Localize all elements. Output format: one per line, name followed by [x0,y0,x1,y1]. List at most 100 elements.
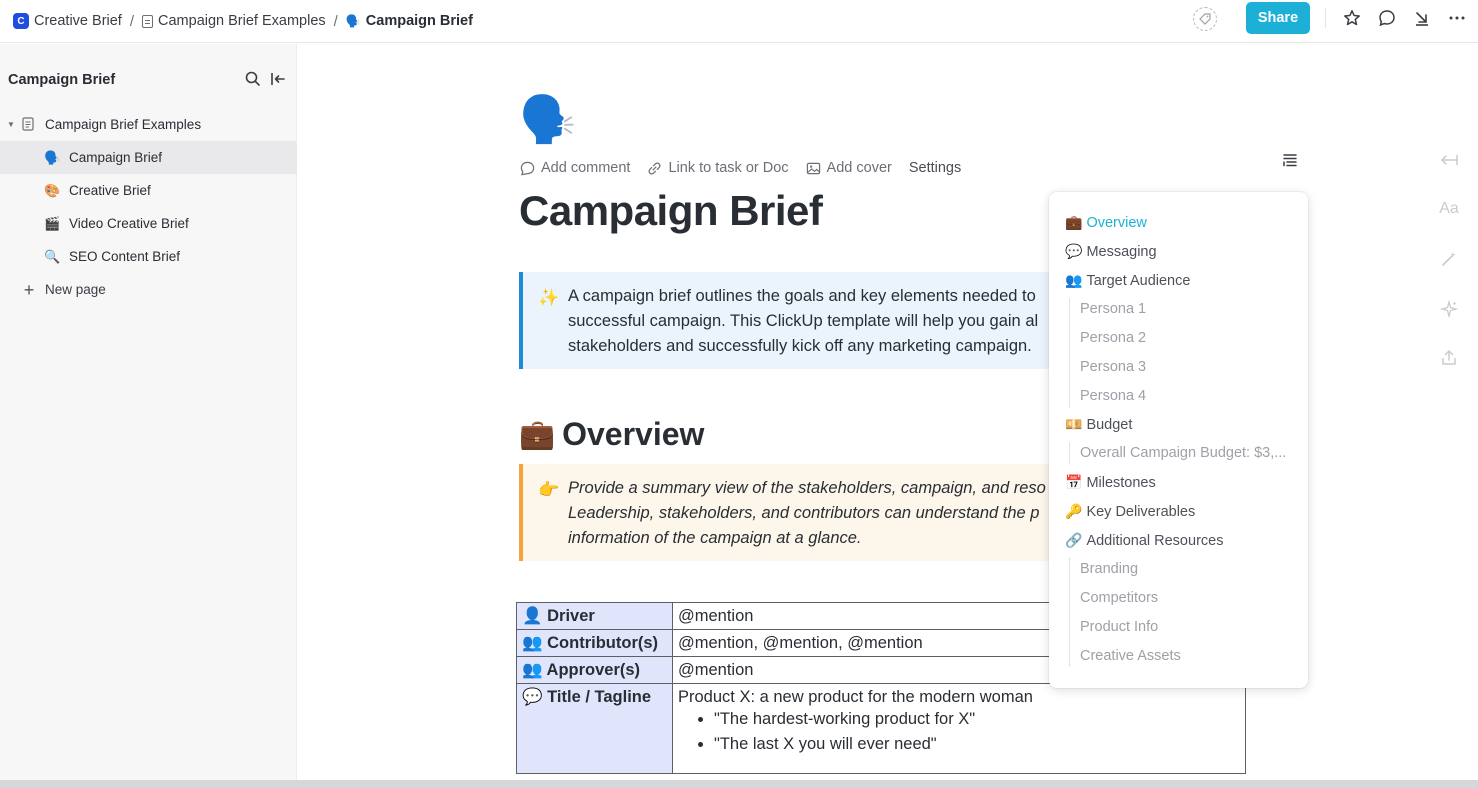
toc-indent-rule [1069,442,1070,464]
settings-button[interactable]: Settings [909,160,961,176]
ai-sparkle-icon[interactable] [1439,299,1459,319]
toc-item-label: Target Audience [1086,272,1191,289]
collapse-sidebar-icon[interactable] [269,70,287,88]
breadcrumb-separator: / [333,12,338,30]
speaking-head-icon: 🗣️ [345,14,361,28]
breadcrumb-folder[interactable]: Campaign Brief Examples [142,13,326,29]
toc-item-persona-2[interactable]: Persona 2 [1080,330,1146,346]
people-icon: 👥 [522,634,543,652]
toc-item-overview[interactable]: 💼 Overview [1065,214,1147,231]
toc-item-persona-1[interactable]: Persona 1 [1080,301,1146,317]
toc-indent-rule [1069,298,1070,408]
doc-icon [142,14,154,28]
breadcrumb-space-label: Creative Brief [34,13,122,29]
doc-actions-bar: Add comment Link to task or Doc Add cove… [520,160,978,176]
toc-item-label: Messaging [1086,243,1157,260]
toc-item-overall-budget[interactable]: Overall Campaign Budget: $3,... [1080,445,1286,461]
top-bar: C Creative Brief / Campaign Brief Exampl… [0,0,1478,43]
table-key-cell[interactable]: 👥 Approver(s) [516,656,673,684]
person-icon: 👤 [522,607,543,625]
add-comment-button[interactable]: Add comment [520,160,630,176]
breadcrumb-current[interactable]: 🗣️ Campaign Brief [346,13,473,29]
table-of-contents-icon[interactable] [1282,153,1298,167]
key-icon: 🔑 [1065,503,1083,519]
sidebar-item-campaign-brief[interactable]: 🗣️ Campaign Brief [0,141,297,174]
table-key-cell[interactable]: 💬 Title / Tagline [516,683,673,774]
money-icon: 💴 [1065,416,1083,432]
search-icon[interactable] [244,70,262,88]
add-cover-button[interactable]: Add cover [806,160,892,176]
sidebar-item-creative-brief[interactable]: 🎨 Creative Brief [0,174,297,207]
table-value-cell[interactable]: Product X: a new product for the modern … [672,683,1246,774]
add-comment-label: Add comment [541,160,631,176]
toc-item-additional-resources[interactable]: 🔗 Additional Resources [1065,532,1223,549]
tag-icon[interactable] [1193,7,1217,31]
toc-item-competitors[interactable]: Competitors [1080,590,1158,606]
toc-item-messaging[interactable]: 💬 Messaging [1065,243,1157,260]
download-icon[interactable] [1410,6,1434,30]
add-cover-label: Add cover [826,160,892,176]
breadcrumb-space[interactable]: C Creative Brief [13,13,122,29]
sidebar-item-label: Video Creative Brief [69,216,189,231]
toc-item-creative-assets[interactable]: Creative Assets [1080,648,1181,664]
star-icon[interactable] [1340,6,1364,30]
toc-item-label: Key Deliverables [1086,503,1196,520]
sidebar-item-label: Campaign Brief Examples [45,117,202,132]
comment-icon [520,161,535,175]
callout-line: Leadership, stakeholders, and contributo… [568,504,1040,522]
table-key-label: Driver [547,607,595,625]
list-item: "The last X you will ever need" [714,735,1240,754]
table-key-cell[interactable]: 👤 Driver [516,602,673,630]
briefcase-icon: 💼 [519,418,556,451]
toc-item-label: Additional Resources [1086,532,1224,549]
share-export-icon[interactable] [1439,348,1459,368]
window-bottom-edge [0,780,1478,788]
table-key-label: Title / Tagline [547,688,652,706]
speech-bubble-icon: 💬 [1065,243,1083,259]
link-task-label: Link to task or Doc [668,160,789,176]
overview-heading[interactable]: 💼 Overview [519,416,704,453]
ai-wand-icon[interactable] [1439,249,1459,269]
list-item: "The hardest-working product for X" [714,710,1240,729]
overview-heading-label: Overview [562,416,705,452]
new-page-button[interactable]: + New page [0,273,297,306]
toc-item-milestones[interactable]: 📅 Milestones [1065,474,1156,491]
comment-icon[interactable] [1375,6,1399,30]
table-key-cell[interactable]: 👥 Contributor(s) [516,629,673,657]
toc-item-persona-4[interactable]: Persona 4 [1080,388,1146,404]
breadcrumb: C Creative Brief / Campaign Brief Exampl… [13,13,473,30]
caret-down-icon[interactable]: ▼ [7,120,15,129]
toc-item-label: Overview [1086,214,1147,231]
sidebar-item-campaign-brief-examples[interactable]: ▼ Campaign Brief Examples [0,108,297,141]
toc-item-product-info[interactable]: Product Info [1080,619,1158,635]
clapper-board-icon: 🎬 [44,216,61,231]
page-icon[interactable]: 🗣️ [519,96,576,142]
tagline-list: "The hardest-working product for X" "The… [714,710,1240,754]
toc-item-target-audience[interactable]: 👥 Target Audience [1065,272,1190,289]
font-size-icon[interactable]: Aa [1439,199,1459,219]
image-icon [806,162,820,174]
share-button[interactable]: Share [1246,2,1310,34]
overview-callout[interactable]: 👉 Provide a summary view of the stakehol… [519,464,1079,561]
people-icon: 👥 [522,661,543,679]
callout-line: successful campaign. This ClickUp templa… [568,312,1039,330]
settings-label: Settings [908,160,962,176]
sidebar-item-seo-content-brief[interactable]: 🔍 SEO Content Brief [0,240,297,273]
speech-bubble-icon: 💬 [522,688,543,706]
page-title[interactable]: Campaign Brief [519,187,823,235]
more-icon[interactable] [1445,6,1469,30]
toc-indent-rule [1069,557,1070,667]
sidebar: Campaign Brief ▼ Campaign Brief Examples… [0,44,297,788]
toc-item-key-deliverables[interactable]: 🔑 Key Deliverables [1065,503,1195,520]
toc-item-branding[interactable]: Branding [1080,561,1138,577]
plus-icon: + [23,279,35,300]
table-key-label: Approver(s) [546,661,641,679]
toc-item-budget[interactable]: 💴 Budget [1065,416,1132,433]
link-task-button[interactable]: Link to task or Doc [647,160,789,176]
sidebar-item-video-creative-brief[interactable]: 🎬 Video Creative Brief [0,207,297,240]
magnifier-icon: 🔍 [44,249,61,264]
intro-callout[interactable]: ✨ A campaign brief outlines the goals an… [519,272,1079,369]
tagline-text: Product X: a new product for the modern … [678,688,1033,706]
toc-item-persona-3[interactable]: Persona 3 [1080,359,1146,375]
collapse-width-icon[interactable] [1439,150,1459,170]
